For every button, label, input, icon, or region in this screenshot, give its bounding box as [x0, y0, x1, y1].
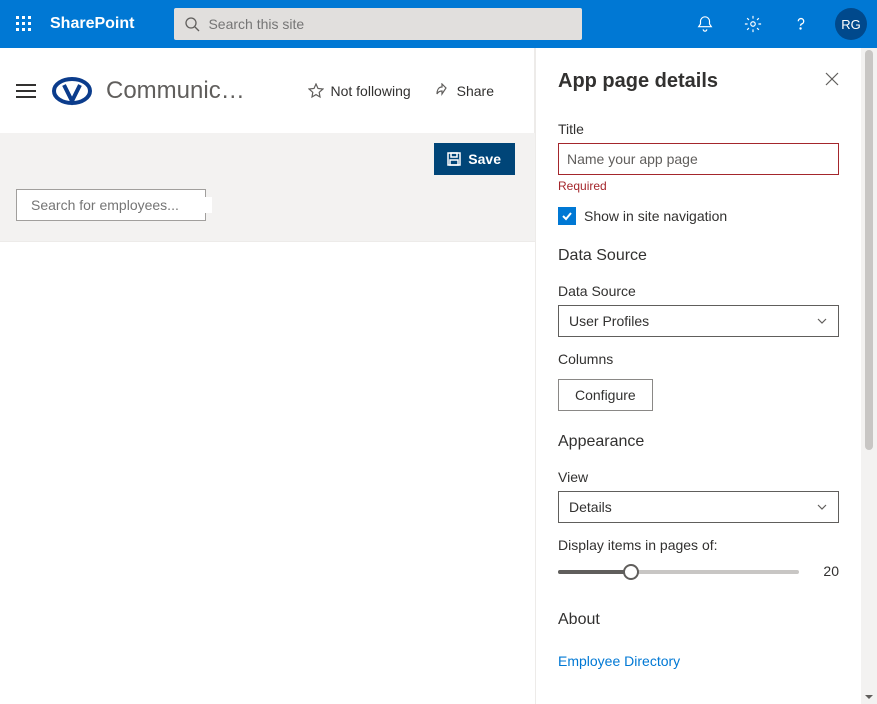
- canvas-toolbar: Save: [0, 133, 535, 241]
- about-section: About: [558, 611, 839, 629]
- chevron-down-icon: [816, 501, 828, 513]
- help-icon[interactable]: [777, 0, 825, 48]
- notifications-icon[interactable]: [681, 0, 729, 48]
- not-following-label: Not following: [330, 83, 410, 99]
- app-launcher-icon[interactable]: [0, 0, 48, 48]
- panel-title: App page details: [558, 70, 718, 93]
- site-title[interactable]: Communicati…: [106, 77, 256, 105]
- site-header: Communicati… Not following Share: [0, 48, 535, 133]
- view-value: Details: [569, 499, 612, 515]
- global-search[interactable]: [174, 8, 582, 40]
- user-avatar[interactable]: RG: [835, 8, 867, 40]
- show-nav-checkbox[interactable]: Show in site navigation: [558, 207, 839, 225]
- save-icon: [446, 151, 462, 167]
- canvas-area: [0, 241, 535, 704]
- appearance-section: Appearance: [558, 433, 839, 451]
- title-field-label: Title: [558, 121, 839, 137]
- configure-button[interactable]: Configure: [558, 379, 653, 411]
- view-label: View: [558, 469, 839, 485]
- title-input[interactable]: [558, 143, 839, 175]
- data-source-dropdown[interactable]: User Profiles: [558, 305, 839, 337]
- checkbox-checked-icon: [558, 207, 576, 225]
- details-panel: App page details Title Required Show in …: [536, 48, 861, 704]
- star-outline-icon: [308, 83, 324, 99]
- data-source-value: User Profiles: [569, 313, 649, 329]
- save-button-label: Save: [468, 151, 501, 167]
- slider-thumb[interactable]: [623, 564, 639, 580]
- left-column: Communicati… Not following Share Save: [0, 48, 536, 704]
- details-panel-container: App page details Title Required Show in …: [536, 48, 877, 704]
- scroll-down-icon[interactable]: [861, 690, 877, 704]
- about-link[interactable]: Employee Directory: [558, 653, 680, 669]
- pages-label: Display items in pages of:: [558, 537, 839, 553]
- employee-search[interactable]: [16, 189, 206, 221]
- panel-scrollbar[interactable]: [861, 48, 877, 704]
- page-size-value: 20: [815, 563, 839, 579]
- not-following-button[interactable]: Not following: [308, 83, 410, 99]
- show-nav-label: Show in site navigation: [584, 208, 727, 224]
- hamburger-icon[interactable]: [16, 84, 36, 98]
- global-search-input[interactable]: [200, 16, 572, 32]
- share-icon: [435, 83, 451, 99]
- search-icon: [184, 16, 200, 32]
- brand-label[interactable]: SharePoint: [48, 15, 134, 33]
- share-label: Share: [457, 83, 494, 99]
- page-size-slider[interactable]: [558, 561, 799, 581]
- settings-icon[interactable]: [729, 0, 777, 48]
- global-header: SharePoint RG: [0, 0, 877, 48]
- data-source-label: Data Source: [558, 283, 839, 299]
- employee-search-input[interactable]: [25, 197, 212, 213]
- share-button[interactable]: Share: [435, 83, 494, 99]
- close-icon[interactable]: [825, 72, 839, 91]
- required-label: Required: [558, 179, 839, 193]
- save-button[interactable]: Save: [434, 143, 515, 175]
- columns-label: Columns: [558, 351, 839, 367]
- data-source-section: Data Source: [558, 247, 839, 265]
- chevron-down-icon: [816, 315, 828, 327]
- view-dropdown[interactable]: Details: [558, 491, 839, 523]
- site-logo: [52, 71, 92, 111]
